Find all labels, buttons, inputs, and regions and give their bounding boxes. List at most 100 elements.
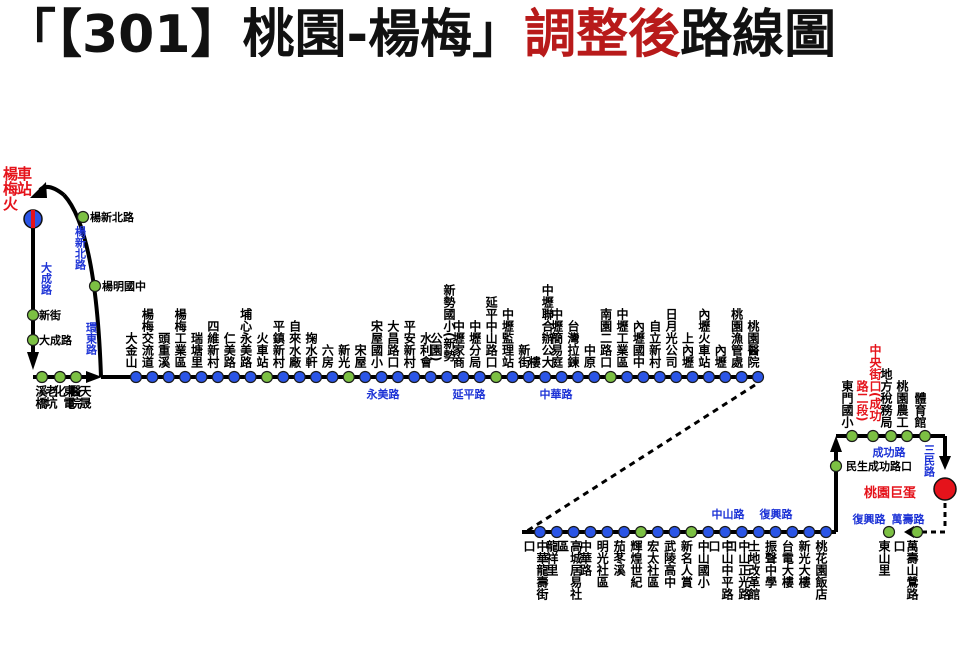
- stop-label: 內壢火車站: [697, 307, 711, 369]
- road-label-wanshou: 萬壽路: [892, 512, 926, 526]
- stop-label: 路二段): [855, 379, 869, 422]
- stop-dot: [195, 370, 208, 384]
- road-label-zhonghua: 中華路: [540, 387, 574, 401]
- stop-label: 樓: [527, 355, 541, 369]
- stop-dot: [228, 370, 241, 384]
- stop-dot: [653, 370, 666, 384]
- road-label-yanping: 延平路: [452, 387, 487, 401]
- terminal-yangmei-label: 車站: [15, 165, 33, 197]
- terminal-yangmei-mark: [31, 210, 35, 228]
- stop-label: 延平中山路口: [484, 295, 498, 369]
- stop-label: 新光: [337, 343, 351, 369]
- terminal-taoyuan-dot: [933, 477, 957, 501]
- stop-dot: [637, 370, 650, 384]
- stop-dot: [884, 429, 898, 443]
- stop-dot: [359, 370, 372, 384]
- stop-dot: [900, 429, 914, 443]
- stop-dot: [293, 370, 306, 384]
- stop-dot: [53, 370, 67, 384]
- stop-dot: [882, 525, 896, 539]
- stop-dot: [618, 525, 631, 539]
- stop-dot: [375, 370, 388, 384]
- stop-label: 六房: [320, 343, 334, 369]
- stop-label: 中華路: [578, 539, 592, 577]
- stop-label: 民生成功路口: [846, 459, 912, 473]
- stop-dot: [391, 370, 404, 384]
- stop-dot: [326, 370, 339, 384]
- stop-label: 東門國小: [840, 379, 854, 429]
- stop-label: 宋屋: [353, 343, 367, 369]
- stop-label: 溪橋: [34, 384, 48, 410]
- stop-label: 東山里: [877, 539, 891, 577]
- stop-dot: [129, 370, 143, 384]
- stop-dot: [522, 370, 535, 384]
- stop-label: 新街: [39, 308, 61, 322]
- stop-dot: [490, 370, 503, 384]
- stop-label: 化: [52, 384, 66, 398]
- stop-dot: [342, 370, 355, 384]
- stop-label: 中原: [582, 343, 596, 369]
- stop-dot: [35, 370, 49, 384]
- stop-label: 埔心永美路: [239, 307, 253, 369]
- stop-dot: [408, 370, 421, 384]
- road-label-fuxing: 復興路: [759, 507, 794, 521]
- stop-label: 輝煌世紀: [629, 539, 643, 589]
- stop-label: 掬水軒: [304, 331, 318, 369]
- stop-dot: [146, 370, 159, 384]
- stop-label: 桃花園飯店: [814, 539, 828, 601]
- stop-label: 新名人賞: [679, 539, 693, 589]
- stop-dot: [866, 429, 880, 443]
- stop-dot: [584, 525, 597, 539]
- stop-label: 南園二路口: [599, 307, 613, 369]
- stop-label: 平安新村: [402, 320, 416, 369]
- stop-dot: [88, 279, 102, 293]
- stop-dot: [506, 370, 519, 384]
- terminal-taoyuan-label: 桃園巨蛋: [864, 485, 916, 501]
- road-label-huandong: 環東路: [85, 322, 98, 356]
- stop-dot: [752, 525, 765, 539]
- stop-dot: [601, 525, 614, 539]
- stop-label: 大成路: [39, 333, 73, 347]
- stop-label: 新光大樓: [797, 539, 811, 589]
- stop-dot: [829, 459, 843, 473]
- stop-dot: [588, 370, 601, 384]
- stop-label: 中壢工業區: [615, 307, 629, 368]
- stop-label: 大金山: [124, 331, 138, 369]
- stop-dot: [620, 370, 634, 384]
- road-label-sanmin: 三民路: [923, 444, 936, 478]
- stop-dot: [533, 525, 547, 539]
- stop-dot: [685, 525, 698, 539]
- stop-dot: [819, 525, 833, 539]
- stop-dot: [211, 370, 224, 384]
- road-label-zhongshan: 中山路: [712, 507, 746, 521]
- stop-dot: [309, 370, 323, 384]
- stop-dot: [735, 370, 748, 384]
- route-arrow-up: [830, 436, 842, 452]
- route-diagram: 楊梅火車站桃園巨蛋楊新北路楊明國中新街大成路老坑溪橋 東電化 天晟醫院大成路楊新北路…: [1, 165, 957, 601]
- stop-dot: [162, 370, 175, 384]
- stop-dot: [457, 370, 470, 384]
- route-map: 「【301】桃園-楊梅」調整後路線圖 楊梅火 車站 桃園巨蛋 楊新北路 楊明國中 新街 大成…: [0, 0, 960, 646]
- stop-label: 大昌路口: [386, 319, 400, 369]
- route-arrow-down-2: [939, 456, 951, 470]
- stop-label: 中壢家商: [451, 319, 465, 369]
- stop-label: 中壢監理站: [500, 307, 514, 369]
- route-arrow-down: [27, 352, 39, 370]
- stop-label: 公園): [429, 332, 443, 362]
- road-label-yongmei: 永美路: [366, 387, 401, 401]
- stop-label: 頭重溪: [157, 332, 171, 369]
- stop-dot: [76, 210, 90, 224]
- stop-label: 口: [724, 540, 738, 553]
- stop-label: 宏太社區: [646, 539, 660, 588]
- stop-label: 楊梅工業區: [173, 307, 187, 368]
- stop-dot: [845, 429, 859, 443]
- stop-label: 醫院: [68, 385, 82, 410]
- stop-label: 台電大樓: [780, 539, 794, 589]
- stop-label: 明光社區: [595, 540, 609, 588]
- stop-dot: [634, 525, 648, 539]
- stop-dot: [803, 525, 816, 539]
- stop-dot: [567, 525, 580, 539]
- stop-dot: [735, 525, 748, 539]
- stop-dot: [277, 370, 290, 384]
- stop-label: 體育館: [913, 391, 927, 429]
